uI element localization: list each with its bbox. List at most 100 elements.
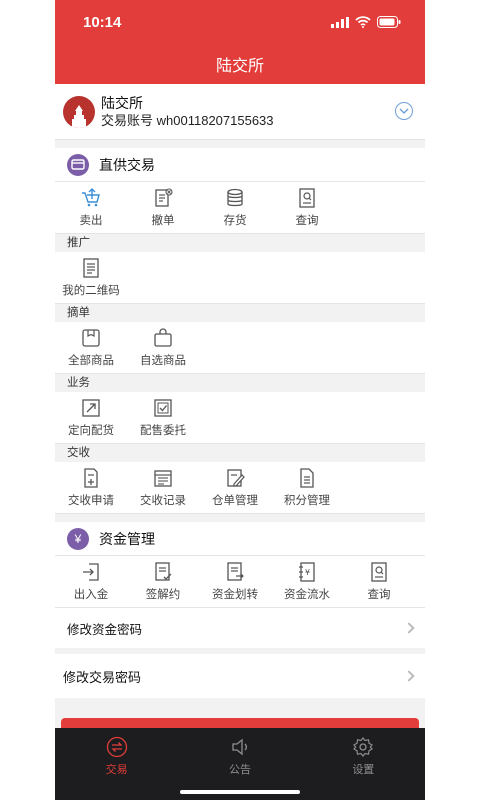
business-grid: 定向配货 配售委托 — [55, 392, 425, 444]
points-manage-button[interactable]: 积分管理 — [271, 462, 343, 513]
tab-settings-label: 设置 — [352, 764, 375, 776]
home-indicator — [180, 790, 300, 794]
all-products-button[interactable]: 全部商品 — [55, 322, 127, 373]
tab-notice-label: 公告 — [228, 764, 251, 776]
direct-trade-section: 直供交易 卖出 撤单 存货 查询 推广 我的二维码 摘单 全部商品 自选商品 业… — [55, 148, 425, 514]
change-trade-password-row[interactable]: 修改交易密码 — [55, 654, 425, 698]
favorite-products-button[interactable]: 自选商品 — [127, 322, 199, 373]
fund-transfer-button[interactable]: 资金划转 — [199, 556, 271, 607]
delivery-records-button[interactable]: 交收记录 — [127, 462, 199, 513]
my-qrcode-button[interactable]: 我的二维码 — [55, 252, 127, 303]
status-icons — [331, 16, 401, 28]
database-icon — [227, 188, 243, 207]
direct-trade-grid: 卖出 撤单 存货 查询 — [55, 182, 425, 234]
doc-plus-icon — [84, 468, 98, 488]
fund-query-label: 查询 — [367, 589, 391, 601]
login-icon — [83, 563, 99, 581]
subheader-pick: 摘单 — [55, 304, 425, 322]
placement-entrust-label: 配售委托 — [140, 425, 186, 437]
yuan-icon: ¥ — [67, 527, 89, 550]
expand-icon — [82, 399, 100, 417]
sign-cancel-label: 签解约 — [145, 589, 181, 601]
section-header-direct-trade: 直供交易 — [55, 148, 425, 182]
speaker-icon — [232, 738, 247, 756]
favorite-products-label: 自选商品 — [140, 355, 186, 367]
pick-grid: 全部商品 自选商品 — [55, 322, 425, 374]
account-card[interactable]: 陆交所 交易账号 wh00118207155633 — [55, 84, 425, 140]
change-fund-password-label: 修改资金密码 — [67, 622, 143, 637]
account-number: wh00118207155633 — [156, 112, 274, 128]
fund-transfer-label: 资金划转 — [212, 589, 258, 601]
section-title: 直供交易 — [99, 156, 155, 173]
sign-doc-icon — [155, 562, 172, 581]
placement-entrust-button[interactable]: 配售委托 — [127, 392, 199, 443]
inventory-label: 存货 — [223, 215, 247, 227]
sign-cancel-button[interactable]: 签解约 — [127, 556, 199, 607]
transfer-doc-icon — [227, 562, 244, 581]
account-label: 交易账号 — [101, 112, 154, 128]
wifi-icon — [355, 16, 371, 28]
all-products-label: 全部商品 — [68, 355, 114, 367]
box-icon — [82, 329, 100, 347]
account-name: 陆交所 — [101, 94, 143, 111]
warehouse-receipt-label: 仓单管理 — [212, 495, 258, 507]
svg-text:¥: ¥ — [305, 568, 310, 577]
chevron-right-icon — [403, 622, 415, 634]
inventory-button[interactable]: 存货 — [199, 182, 271, 233]
fund-flow-button[interactable]: ¥ 资金流水 — [271, 556, 343, 607]
records-icon — [154, 470, 172, 487]
tab-trade[interactable]: 交易 — [77, 736, 157, 800]
nav-bar: 陆交所 — [55, 44, 425, 84]
change-fund-password-row[interactable]: 修改资金密码 — [55, 608, 425, 648]
cancel-order-label: 撤单 — [151, 215, 175, 227]
tab-trade-label: 交易 — [105, 764, 128, 776]
directed-allocation-button[interactable]: 定向配货 — [55, 392, 127, 443]
section-header-funds: ¥ 资金管理 — [55, 522, 425, 556]
company-logo — [63, 95, 95, 128]
expand-account-button[interactable] — [395, 102, 413, 120]
warehouse-receipt-button[interactable]: 仓单管理 — [199, 462, 271, 513]
cancel-doc-icon — [155, 188, 173, 207]
query-label: 查询 — [295, 215, 319, 227]
query-button[interactable]: 查询 — [271, 182, 343, 233]
signal-icon — [331, 16, 349, 28]
fund-flow-label: 资金流水 — [284, 589, 330, 601]
doc-lines-icon — [300, 468, 314, 488]
section-title: 资金管理 — [99, 530, 155, 547]
ledger-icon: ¥ — [299, 562, 315, 582]
qrcode-doc-icon — [83, 258, 99, 278]
edit-doc-icon — [227, 469, 245, 487]
sell-button[interactable]: 卖出 — [55, 182, 127, 233]
search-doc-icon — [371, 562, 387, 582]
tab-settings[interactable]: 设置 — [323, 736, 403, 800]
fund-query-button[interactable]: 查询 — [343, 556, 415, 607]
deposit-withdraw-label: 出入金 — [73, 589, 109, 601]
funds-section: ¥ 资金管理 出入金 签解约 资金划转 ¥ 资金流水 查询 修改资金密码 — [55, 522, 425, 648]
change-trade-password-label: 修改交易密码 — [63, 669, 142, 685]
directed-allocation-label: 定向配货 — [68, 425, 114, 437]
delivery-grid: 交收申请 交收记录 仓单管理 积分管理 — [55, 462, 425, 514]
points-manage-label: 积分管理 — [284, 495, 330, 507]
battery-icon — [377, 16, 401, 28]
check-box-icon — [154, 399, 172, 417]
my-qrcode-label: 我的二维码 — [62, 285, 120, 297]
account-number-line: 交易账号 wh00118207155633 — [101, 112, 274, 130]
tab-bar: 交易 公告 设置 — [55, 728, 425, 800]
card-icon — [67, 153, 89, 176]
delivery-apply-button[interactable]: 交收申请 — [55, 462, 127, 513]
subheader-business: 业务 — [55, 374, 425, 392]
cart-upload-icon — [82, 188, 100, 207]
sell-label: 卖出 — [79, 215, 103, 227]
funds-grid: 出入金 签解约 资金划转 ¥ 资金流水 查询 — [55, 556, 425, 608]
search-doc-icon — [299, 188, 315, 208]
status-bar: 10:14 — [55, 0, 425, 44]
chevron-down-icon — [399, 108, 409, 114]
logout-button-partial[interactable] — [61, 718, 419, 728]
cancel-order-button[interactable]: 撤单 — [127, 182, 199, 233]
page-title: 陆交所 — [215, 58, 264, 75]
subheader-promo: 推广 — [55, 234, 425, 252]
promo-grid: 我的二维码 — [55, 252, 425, 304]
deposit-withdraw-button[interactable]: 出入金 — [55, 556, 127, 607]
bag-icon — [154, 328, 172, 347]
gear-icon — [353, 737, 374, 757]
